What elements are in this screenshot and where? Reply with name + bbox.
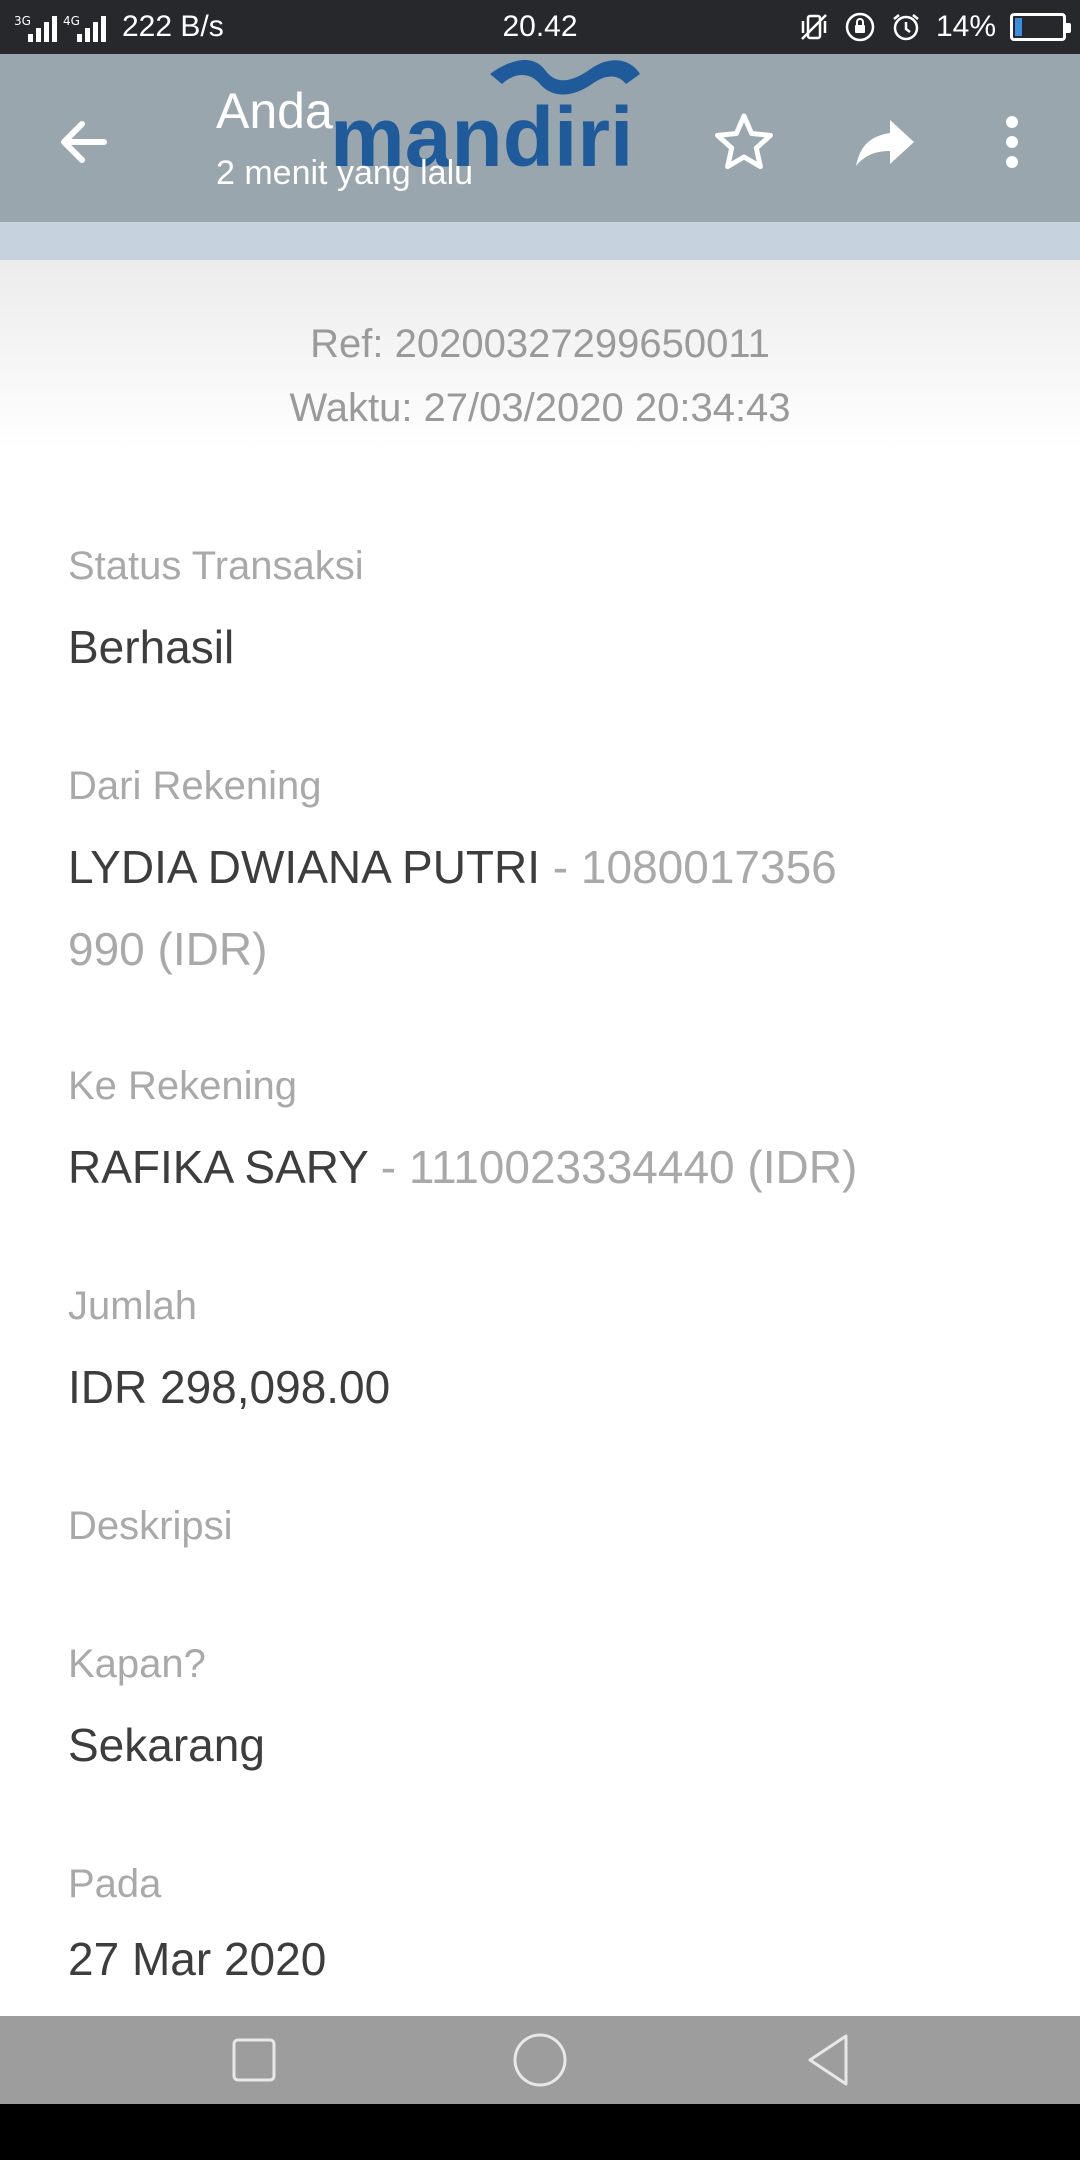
amount-value: IDR 298,098.00 xyxy=(68,1361,391,1413)
share-icon[interactable] xyxy=(850,106,922,178)
from-account-number: - 1080017356 xyxy=(540,841,837,893)
back-triangle-icon[interactable] xyxy=(796,2028,860,2092)
transaction-time: Waktu: 27/03/2020 20:34:43 xyxy=(289,386,791,430)
status-bar: 3G 4G 222 B/s 20.42 14% xyxy=(0,0,1080,54)
to-account-value: RAFIKA SARY - 1110023334440 (IDR) xyxy=(68,1126,1048,1208)
to-account-number: - 1110023334440 (IDR) xyxy=(368,1141,858,1193)
status-label: Status Transaksi xyxy=(68,544,364,588)
reference-header: Ref: 20200327299650011 Waktu: 27/03/2020… xyxy=(0,260,1080,450)
to-account-label: Ke Rekening xyxy=(68,1064,298,1108)
from-account-label: Dari Rekening xyxy=(68,764,322,808)
date-label: Pada xyxy=(68,1862,162,1906)
recents-square-icon[interactable] xyxy=(222,2028,286,2092)
star-icon[interactable] xyxy=(708,106,780,178)
when-label: Kapan? xyxy=(68,1642,206,1686)
status-right: 14% xyxy=(798,0,1071,54)
status-value: Berhasil xyxy=(68,621,235,673)
home-circle-icon[interactable] xyxy=(508,2028,572,2092)
system-nav-bar xyxy=(0,2016,1080,2104)
battery-fill xyxy=(1015,18,1022,36)
reference-number: Ref: 20200327299650011 xyxy=(310,322,770,366)
date-value: 27 Mar 2020 xyxy=(68,1933,327,1985)
from-account-number-cont: 990 (IDR) xyxy=(68,923,268,975)
to-account-name: RAFIKA SARY xyxy=(68,1141,368,1193)
chat-title: Anda xyxy=(216,83,333,139)
chat-subtitle: 2 menit yang lalu xyxy=(216,154,474,192)
vibrate-mute-icon xyxy=(801,14,827,40)
from-account-value: LYDIA DWIANA PUTRI - 1080017356 990 (IDR) xyxy=(68,826,1028,990)
rotation-lock-icon xyxy=(845,12,875,42)
description-label: Deskripsi xyxy=(68,1504,233,1548)
back-arrow-icon[interactable] xyxy=(48,106,120,178)
when-value: Sekarang xyxy=(68,1719,265,1771)
battery-percent: 14% xyxy=(935,10,996,43)
more-vert-icon[interactable] xyxy=(976,106,1048,178)
nav-bottom-strip xyxy=(0,2104,1080,2160)
from-account-name: LYDIA DWIANA PUTRI xyxy=(68,841,541,893)
battery-icon xyxy=(1010,13,1071,41)
header-stripe xyxy=(0,222,1080,260)
app-bar: mandiri Anda 2 menit yang lalu xyxy=(0,54,1080,222)
amount-label: Jumlah xyxy=(68,1284,197,1328)
alarm-icon xyxy=(893,14,919,41)
